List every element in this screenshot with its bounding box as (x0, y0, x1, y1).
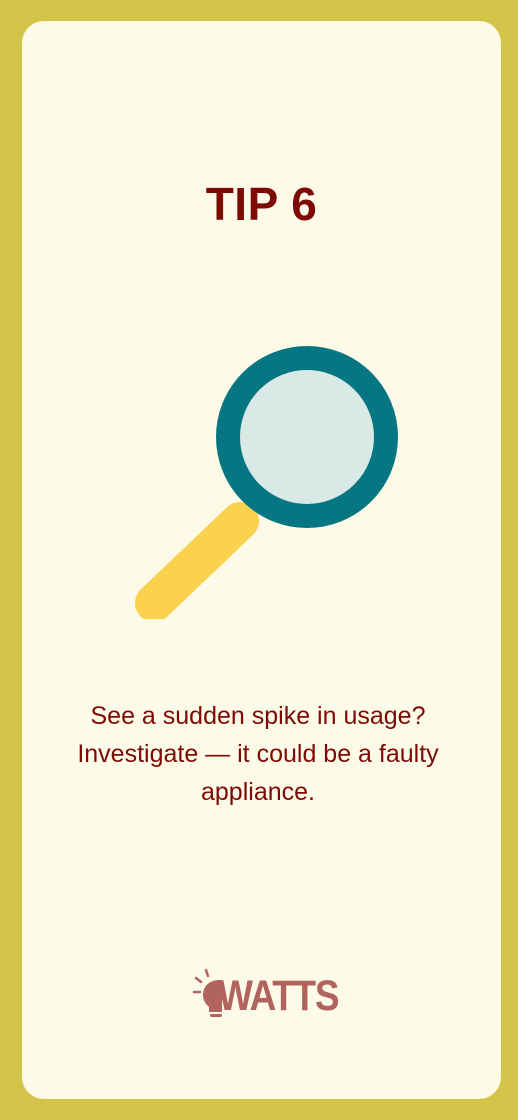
tip-card: TIP 6 See a sudden spike in usage? Inves… (22, 21, 501, 1099)
magnifying-glass-icon (135, 346, 398, 619)
brand-name: WATTS (218, 972, 340, 1020)
watts-logo: WATTS (192, 964, 340, 1026)
tip-body: See a sudden spike in usage? Investigate… (77, 702, 439, 806)
tip-title: TIP 6 (205, 178, 318, 230)
